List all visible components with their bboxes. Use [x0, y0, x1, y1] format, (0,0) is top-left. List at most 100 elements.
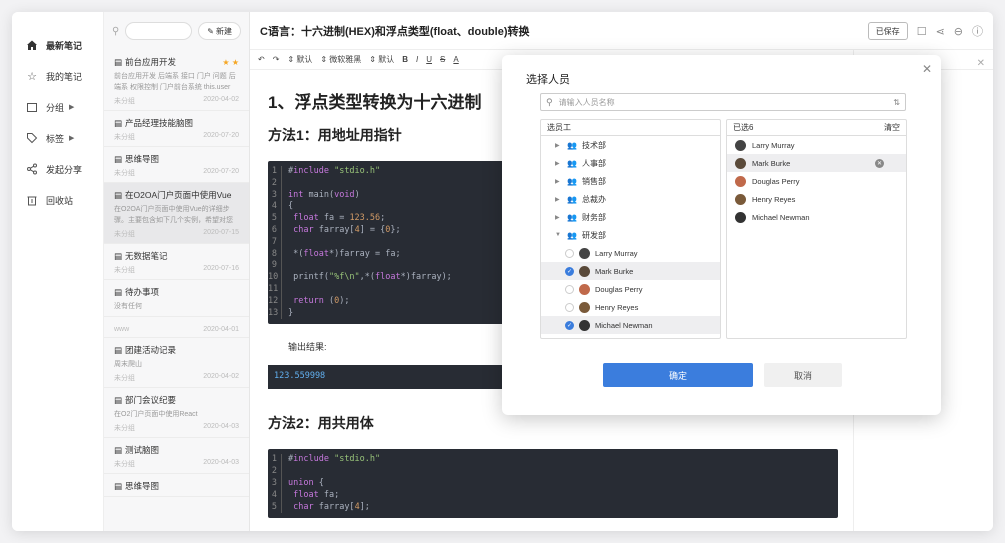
code-line: 4 float fa;: [268, 489, 838, 502]
note-item[interactable]: www 2020-04-01: [104, 317, 249, 338]
code-block[interactable]: 1 #include "stdio.h" 2 3 union {4 float fa; 5…: [268, 449, 838, 519]
selected-list: 已选6 清空 Larry Murray Mark Burke ✕ Douglas Pe…: [726, 119, 907, 339]
note-icon: ▤: [114, 286, 123, 297]
checkbox[interactable]: [565, 284, 574, 294]
selected-person[interactable]: Larry Murray: [727, 136, 906, 154]
code-line: 1 #include "stdio.h": [268, 454, 838, 467]
line-number: 9: [268, 260, 282, 273]
department-item[interactable]: ▶ 👥 总裁办: [541, 190, 720, 208]
member-item[interactable]: ✓ Michael Newman: [541, 316, 720, 334]
avatar: [735, 157, 746, 169]
department-item[interactable]: ▶ 👥 技术部: [541, 136, 720, 154]
checkbox[interactable]: ✓: [565, 266, 574, 276]
italic-button[interactable]: I: [416, 55, 418, 64]
note-search-input[interactable]: [125, 22, 193, 40]
department-item[interactable]: ▶ 👥 财务部: [541, 208, 720, 226]
sidebar-item-tags[interactable]: 标签 ▶: [12, 123, 103, 153]
sidebar-item-label: 最新笔记: [46, 40, 83, 51]
group-icon: 👥: [567, 194, 577, 204]
note-item[interactable]: ▤ 无数据笔记 未分组 2020-07-16: [104, 244, 249, 280]
close-icon[interactable]: ✕: [922, 62, 932, 76]
font-select[interactable]: ⇕ 微软雅黑: [320, 54, 361, 65]
note-item-title: ▤ 无数据笔记: [114, 250, 168, 262]
member-item[interactable]: ✓ Mark Burke: [541, 262, 720, 280]
note-item-title: ▤ 产品经理技能脑图: [114, 117, 194, 129]
people-search-input[interactable]: ⚲ 请输入人员名称 ⇅: [540, 93, 906, 111]
checkbox[interactable]: [565, 248, 574, 258]
member-item[interactable]: Douglas Perry: [541, 280, 720, 298]
remove-icon[interactable]: ✕: [875, 158, 884, 168]
department-item[interactable]: ▶ 👥 销售部: [541, 172, 720, 190]
note-item[interactable]: ▤ 产品经理技能脑图 未分组 2020-07-20: [104, 111, 249, 147]
confirm-button[interactable]: 确定: [603, 363, 753, 387]
fullscreen-icon[interactable]: ☐: [917, 25, 927, 38]
note-icon: ▤: [114, 250, 123, 261]
note-item-meta: 未分组 2020-07-20: [114, 168, 239, 177]
note-item[interactable]: ▤ 测试脑图 未分组 2020-04-03: [104, 438, 249, 474]
sidebar-item-label: 我的笔记: [46, 71, 83, 82]
paragraph-select[interactable]: ⇕ 默认: [287, 54, 312, 65]
undo-icon[interactable]: ↶: [258, 55, 265, 64]
cancel-button[interactable]: 取消: [764, 363, 842, 387]
avatar: [735, 211, 746, 223]
note-item-title: ▤ 思维导图: [114, 480, 160, 492]
code-text: #include "stdio.h": [288, 454, 381, 465]
note-item[interactable]: ▤ 思维导图: [104, 474, 249, 497]
note-item-snippet: 在O2门户页面中使用React: [114, 411, 198, 418]
new-note-button[interactable]: ✎ 新建: [198, 22, 241, 40]
note-item[interactable]: ▤ 待办事项 没有任何: [104, 280, 249, 317]
code-text: char farray[4] = {0};: [293, 224, 401, 235]
department-item[interactable]: ▼ 👥 研发部: [541, 226, 720, 244]
selected-person[interactable]: Michael Newman: [727, 208, 906, 226]
avatar: [579, 301, 590, 313]
sidebar: 最新笔记 ☆ 我的笔记 分组 ▶ 标签 ▶ 发起分享 回收站: [12, 12, 104, 531]
caret-right-icon: ▶: [555, 178, 560, 185]
note-item-title: ▤ 部门会议纪要: [114, 394, 177, 406]
note-item[interactable]: ▤ 在O2OA门户页面中使用Vue 在O2OA门户页面中使用Vue的详细步骤。主要包…: [104, 183, 249, 244]
underline-button[interactable]: U: [426, 55, 432, 64]
caret-right-icon: ▶: [555, 142, 560, 149]
close-icon[interactable]: ✕: [977, 58, 985, 69]
group-icon: 👥: [567, 230, 577, 240]
sidebar-item-groups[interactable]: 分组 ▶: [12, 92, 103, 122]
redo-icon[interactable]: ↷: [273, 55, 280, 64]
strike-button[interactable]: S: [440, 55, 445, 64]
code-text: char farray[4];: [293, 501, 370, 512]
note-item[interactable]: ▤ 前台应用开发 ★ ★ 前台应用开发 后端系 接口 门户 问题 后端系 权限控制 门…: [104, 50, 249, 111]
note-icon: ▤: [114, 444, 123, 455]
lock-icon[interactable]: ⊖: [954, 25, 963, 38]
member-item[interactable]: Henry Reyes: [541, 298, 720, 316]
checkbox[interactable]: ✓: [565, 320, 574, 330]
sidebar-item-latest[interactable]: 最新笔记: [12, 30, 103, 60]
department-item[interactable]: ▶ 👥 人事部: [541, 154, 720, 172]
filter-icon[interactable]: ⚲: [112, 26, 119, 37]
member-item[interactable]: Larry Murray: [541, 244, 720, 262]
font-color-button[interactable]: A: [453, 55, 458, 64]
avatar: [579, 247, 590, 259]
note-item-title: ▤ 团建活动记录: [114, 344, 177, 356]
note-item[interactable]: ▤ 部门会议纪要 在O2门户页面中使用React 未分组 2020-04-03: [104, 388, 249, 438]
selected-person[interactable]: Henry Reyes: [727, 190, 906, 208]
sidebar-item-label: 标签: [46, 133, 65, 144]
note-item[interactable]: ▤ 思维导图 未分组 2020-07-20: [104, 147, 249, 183]
note-item[interactable]: ▤ 团建活动记录 周末爬山 未分组 2020-04-02: [104, 338, 249, 388]
caret-right-icon: ▶: [69, 135, 75, 142]
sidebar-item-mynotes[interactable]: ☆ 我的笔记: [12, 61, 103, 91]
note-list: ⚲ ✎ 新建 ▤ 前台应用开发 ★ ★ 前台应用开发 后端系 接口 门户 问题 后端系…: [104, 12, 250, 531]
checkbox[interactable]: [565, 302, 574, 312]
note-icon: ▤: [114, 56, 123, 67]
selected-person[interactable]: Mark Burke ✕: [727, 154, 906, 172]
sidebar-item-trash[interactable]: 回收站: [12, 185, 103, 215]
selected-person[interactable]: Douglas Perry: [727, 172, 906, 190]
sidebar-item-share[interactable]: 发起分享: [12, 154, 103, 184]
sort-icon[interactable]: ⇅: [893, 98, 900, 107]
saved-button[interactable]: 已保存: [867, 22, 908, 40]
share-icon[interactable]: ⋖: [936, 25, 945, 38]
size-select[interactable]: ⇕ 默认: [369, 54, 394, 65]
group-icon: 👥: [567, 176, 577, 186]
info-icon[interactable]: ⓘ: [972, 23, 983, 39]
caret-right-icon: ▶: [69, 104, 75, 111]
avatar: [579, 283, 590, 295]
bold-button[interactable]: B: [402, 55, 408, 64]
clear-button[interactable]: 清空: [884, 122, 900, 133]
